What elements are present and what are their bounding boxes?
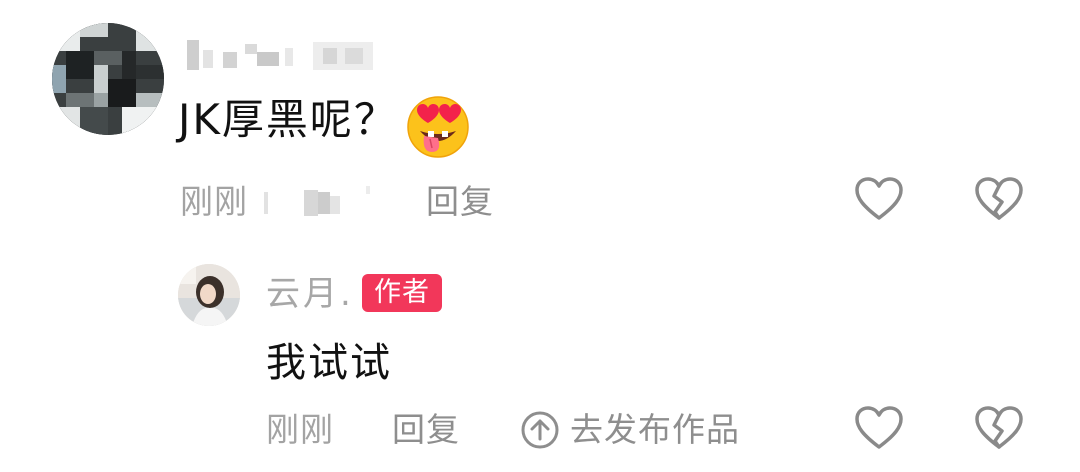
reply-button[interactable]: 回复 [426,180,494,224]
obscured-location [262,182,382,222]
author-badge: 作者 [362,274,442,312]
publish-work-label: 去发布作品 [570,410,740,449]
author-avatar[interactable] [178,264,240,326]
reply-to-reply-button[interactable]: 回复 [392,408,460,452]
reply-text: 我试试 [266,340,392,386]
heart-outline-icon[interactable] [853,403,905,455]
broken-heart-icon[interactable] [973,403,1025,455]
heart-outline-icon[interactable] [853,174,905,226]
comment-thread: JK厚黑呢？ 刚刚 回复 云月. 作者 我试试 刚刚 回复 去发布作品 [0,0,1080,472]
comment-text: JK厚黑呢？ [178,95,398,144]
comment-time: 刚刚 [180,182,248,221]
obscured-username[interactable] [185,30,395,76]
publish-work-button[interactable]: 去发布作品 [520,406,740,454]
arrow-up-circle-icon [520,410,560,450]
broken-heart-icon[interactable] [973,174,1025,226]
heart-eyes-tongue-emoji [403,90,473,160]
reply-time: 刚刚 [266,410,334,449]
author-username[interactable]: 云月. [266,272,354,316]
commenter-avatar[interactable] [52,23,164,135]
